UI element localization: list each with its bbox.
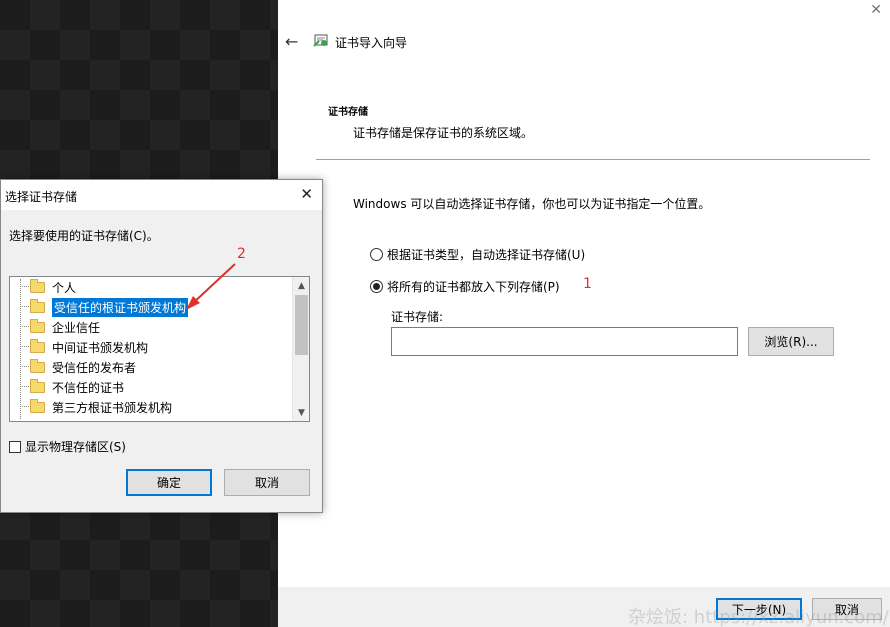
scroll-down-icon[interactable]: ▼: [293, 404, 309, 421]
store-label: 证书存储:: [391, 310, 444, 324]
tree-scrollbar[interactable]: ▲ ▼: [292, 277, 309, 421]
folder-icon: [30, 318, 45, 333]
certificate-store-field[interactable]: [391, 327, 738, 356]
folder-icon: [30, 358, 45, 373]
tree-item-label: 受信任的发布者: [52, 360, 137, 375]
folder-icon: [30, 398, 45, 413]
radio-auto-label: 根据证书类型，自动选择证书存储(U): [387, 248, 586, 262]
dialog-prompt: 选择要使用的证书存储(C)。: [9, 229, 159, 243]
dialog-cancel-button[interactable]: 取消: [224, 469, 310, 496]
select-store-dialog: 选择证书存储 ✕ 选择要使用的证书存储(C)。 个人 受信任的根证书颁发机构 企…: [0, 179, 323, 513]
tree-item-label: 受信任的根证书颁发机构: [52, 297, 189, 317]
radio-auto-indicator[interactable]: [370, 248, 383, 261]
ok-button[interactable]: 确定: [126, 469, 212, 496]
wizard-title: 证书导入向导: [335, 36, 408, 50]
radio-auto-select[interactable]: 根据证书类型，自动选择证书存储(U): [370, 246, 585, 263]
show-physical-checkbox[interactable]: [9, 440, 21, 453]
annotation-step-1: 1: [583, 276, 592, 292]
back-arrow-button[interactable]: ←: [285, 32, 298, 51]
scroll-up-icon[interactable]: ▲: [293, 277, 309, 294]
radio-manual-select[interactable]: 将所有的证书都放入下列存储(P): [370, 278, 560, 295]
section-description: 证书存储是保存证书的系统区域。: [353, 126, 534, 140]
folder-icon: [30, 298, 45, 313]
wizard-close-button[interactable]: ✕: [870, 2, 882, 18]
dialog-titlebar: 选择证书存储 ✕: [1, 180, 322, 210]
tree-item-label: 第三方根证书颁发机构: [52, 400, 173, 415]
folder-icon: [30, 378, 45, 393]
tree-item-enterprise-trust[interactable]: 企业信任: [20, 318, 101, 336]
tree-item-third-party-root[interactable]: 第三方根证书颁发机构: [20, 398, 173, 416]
tree-connector-line: [20, 279, 21, 419]
store-tree[interactable]: 个人 受信任的根证书颁发机构 企业信任 中间证书颁发机构 受信任的发布者 不信任…: [9, 276, 310, 422]
certificate-wizard-icon: [313, 34, 328, 47]
tree-item-trusted-root[interactable]: 受信任的根证书颁发机构: [20, 297, 189, 317]
folder-icon: [30, 278, 45, 293]
tree-item-personal[interactable]: 个人: [20, 278, 77, 296]
folder-icon: [30, 338, 45, 353]
certificate-import-wizard: ✕ ← 证书导入向导 证书存储 证书存储是保存证书的系统区域。 Windows …: [278, 0, 890, 627]
tree-item-label: 企业信任: [52, 320, 101, 335]
info-text: Windows 可以自动选择证书存储，你也可以为证书指定一个位置。: [353, 197, 711, 211]
tree-item-untrusted[interactable]: 不信任的证书: [20, 378, 125, 396]
tree-item-label: 不信任的证书: [52, 380, 125, 395]
show-physical-stores[interactable]: 显示物理存储区(S): [9, 438, 126, 455]
watermark: 杂烩饭: https://xz.aliyun.com/u/ran: [628, 607, 890, 627]
dialog-close-button[interactable]: ✕: [300, 185, 313, 203]
scroll-thumb[interactable]: [295, 295, 308, 355]
tree-item-label: 个人: [52, 280, 77, 295]
radio-manual-label: 将所有的证书都放入下列存储(P): [387, 280, 560, 294]
annotation-arrow-icon: [186, 263, 236, 310]
tree-item-label: 中间证书颁发机构: [52, 340, 149, 355]
browse-button[interactable]: 浏览(R)...: [748, 327, 834, 356]
tree-item-intermediate-ca[interactable]: 中间证书颁发机构: [20, 338, 149, 356]
radio-manual-indicator[interactable]: [370, 280, 383, 293]
section-title: 证书存储: [328, 107, 368, 118]
header-divider: [316, 159, 870, 160]
tree-item-trusted-publishers[interactable]: 受信任的发布者: [20, 358, 137, 376]
show-physical-label: 显示物理存储区(S): [25, 440, 126, 454]
dialog-title: 选择证书存储: [5, 190, 78, 204]
